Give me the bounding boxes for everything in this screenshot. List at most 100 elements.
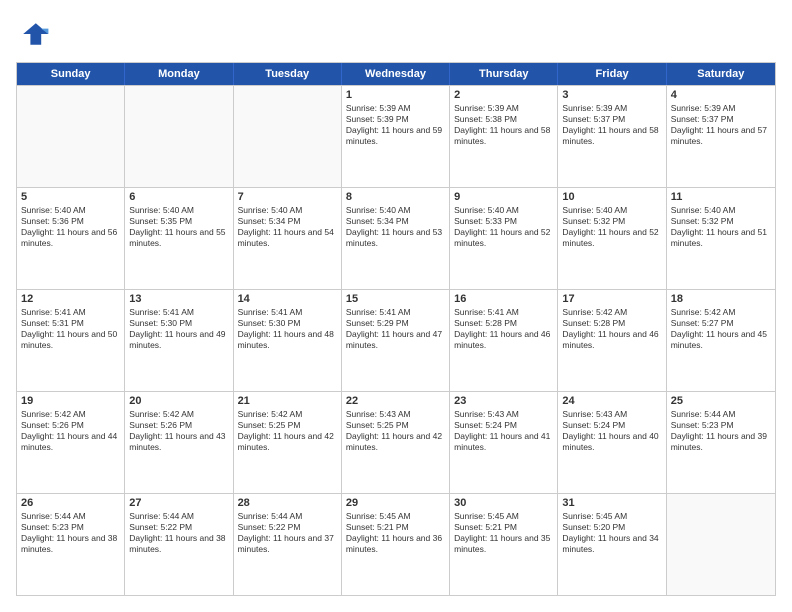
cell-info: Sunrise: 5:44 AM Sunset: 5:22 PM Dayligh… [129, 511, 228, 555]
weekday-header: Monday [125, 63, 233, 85]
cell-info: Sunrise: 5:42 AM Sunset: 5:27 PM Dayligh… [671, 307, 771, 351]
cell-info: Sunrise: 5:40 AM Sunset: 5:34 PM Dayligh… [346, 205, 445, 249]
calendar-cell: 28 Sunrise: 5:44 AM Sunset: 5:22 PM Dayli… [234, 494, 342, 595]
day-number: 26 [21, 497, 120, 509]
day-number: 11 [671, 191, 771, 203]
day-number: 5 [21, 191, 120, 203]
calendar: SundayMondayTuesdayWednesdayThursdayFrid… [16, 62, 776, 596]
calendar-cell: 17 Sunrise: 5:42 AM Sunset: 5:28 PM Dayli… [558, 290, 666, 391]
cell-info: Sunrise: 5:41 AM Sunset: 5:30 PM Dayligh… [238, 307, 337, 351]
cell-info: Sunrise: 5:44 AM Sunset: 5:22 PM Dayligh… [238, 511, 337, 555]
logo [16, 16, 56, 52]
calendar-cell: 29 Sunrise: 5:45 AM Sunset: 5:21 PM Dayli… [342, 494, 450, 595]
calendar-cell: 13 Sunrise: 5:41 AM Sunset: 5:30 PM Dayli… [125, 290, 233, 391]
calendar-row: 19 Sunrise: 5:42 AM Sunset: 5:26 PM Dayli… [17, 391, 775, 493]
day-number: 13 [129, 293, 228, 305]
day-number: 17 [562, 293, 661, 305]
weekday-header: Friday [558, 63, 666, 85]
day-number: 8 [346, 191, 445, 203]
cell-info: Sunrise: 5:40 AM Sunset: 5:35 PM Dayligh… [129, 205, 228, 249]
cell-info: Sunrise: 5:43 AM Sunset: 5:24 PM Dayligh… [454, 409, 553, 453]
day-number: 27 [129, 497, 228, 509]
calendar-row: 5 Sunrise: 5:40 AM Sunset: 5:36 PM Daylig… [17, 187, 775, 289]
calendar-row: 12 Sunrise: 5:41 AM Sunset: 5:31 PM Dayli… [17, 289, 775, 391]
calendar-cell: 15 Sunrise: 5:41 AM Sunset: 5:29 PM Dayli… [342, 290, 450, 391]
calendar-cell: 6 Sunrise: 5:40 AM Sunset: 5:35 PM Daylig… [125, 188, 233, 289]
cell-info: Sunrise: 5:41 AM Sunset: 5:30 PM Dayligh… [129, 307, 228, 351]
calendar-cell: 14 Sunrise: 5:41 AM Sunset: 5:30 PM Dayli… [234, 290, 342, 391]
day-number: 12 [21, 293, 120, 305]
day-number: 14 [238, 293, 337, 305]
cell-info: Sunrise: 5:39 AM Sunset: 5:38 PM Dayligh… [454, 103, 553, 147]
day-number: 29 [346, 497, 445, 509]
day-number: 24 [562, 395, 661, 407]
cell-info: Sunrise: 5:40 AM Sunset: 5:34 PM Dayligh… [238, 205, 337, 249]
calendar-cell: 8 Sunrise: 5:40 AM Sunset: 5:34 PM Daylig… [342, 188, 450, 289]
calendar-cell: 22 Sunrise: 5:43 AM Sunset: 5:25 PM Dayli… [342, 392, 450, 493]
calendar-cell: 11Sunrise: 5:40 AM Sunset: 5:32 PM Dayli… [667, 188, 775, 289]
calendar-cell: 21 Sunrise: 5:42 AM Sunset: 5:25 PM Dayli… [234, 392, 342, 493]
day-number: 3 [562, 89, 661, 101]
day-number: 1 [346, 89, 445, 101]
cell-info: Sunrise: 5:42 AM Sunset: 5:28 PM Dayligh… [562, 307, 661, 351]
cell-info: Sunrise: 5:42 AM Sunset: 5:25 PM Dayligh… [238, 409, 337, 453]
calendar-cell: 27 Sunrise: 5:44 AM Sunset: 5:22 PM Dayli… [125, 494, 233, 595]
day-number: 30 [454, 497, 553, 509]
calendar-cell: 26 Sunrise: 5:44 AM Sunset: 5:23 PM Dayli… [17, 494, 125, 595]
cell-info: Sunrise: 5:39 AM Sunset: 5:37 PM Dayligh… [562, 103, 661, 147]
day-number: 22 [346, 395, 445, 407]
cell-info: Sunrise: 5:40 AM Sunset: 5:33 PM Dayligh… [454, 205, 553, 249]
calendar-cell: 16Sunrise: 5:41 AM Sunset: 5:28 PM Dayli… [450, 290, 558, 391]
calendar-cell [667, 494, 775, 595]
calendar-cell: 3 Sunrise: 5:39 AM Sunset: 5:37 PM Daylig… [558, 86, 666, 187]
calendar-row: 26 Sunrise: 5:44 AM Sunset: 5:23 PM Dayli… [17, 493, 775, 595]
day-number: 20 [129, 395, 228, 407]
weekday-header: Thursday [450, 63, 558, 85]
day-number: 23 [454, 395, 553, 407]
calendar-cell: 7Sunrise: 5:40 AM Sunset: 5:34 PM Daylig… [234, 188, 342, 289]
cell-info: Sunrise: 5:39 AM Sunset: 5:37 PM Dayligh… [671, 103, 771, 147]
day-number: 2 [454, 89, 553, 101]
calendar-cell [17, 86, 125, 187]
calendar-cell: 23 Sunrise: 5:43 AM Sunset: 5:24 PM Dayli… [450, 392, 558, 493]
cell-info: Sunrise: 5:42 AM Sunset: 5:26 PM Dayligh… [21, 409, 120, 453]
cell-info: Sunrise: 5:45 AM Sunset: 5:21 PM Dayligh… [346, 511, 445, 555]
day-number: 28 [238, 497, 337, 509]
day-number: 4 [671, 89, 771, 101]
calendar-cell: 20Sunrise: 5:42 AM Sunset: 5:26 PM Dayli… [125, 392, 233, 493]
day-number: 21 [238, 395, 337, 407]
logo-icon [16, 16, 52, 52]
weekday-header: Wednesday [342, 63, 450, 85]
cell-info: Sunrise: 5:40 AM Sunset: 5:32 PM Dayligh… [562, 205, 661, 249]
calendar-cell [125, 86, 233, 187]
cell-info: Sunrise: 5:44 AM Sunset: 5:23 PM Dayligh… [671, 409, 771, 453]
cell-info: Sunrise: 5:41 AM Sunset: 5:31 PM Dayligh… [21, 307, 120, 351]
calendar-header-row: SundayMondayTuesdayWednesdayThursdayFrid… [17, 63, 775, 85]
day-number: 6 [129, 191, 228, 203]
calendar-cell: 12 Sunrise: 5:41 AM Sunset: 5:31 PM Dayli… [17, 290, 125, 391]
calendar-cell: 9 Sunrise: 5:40 AM Sunset: 5:33 PM Daylig… [450, 188, 558, 289]
calendar-cell: 5 Sunrise: 5:40 AM Sunset: 5:36 PM Daylig… [17, 188, 125, 289]
calendar-cell: 1 Sunrise: 5:39 AM Sunset: 5:39 PM Daylig… [342, 86, 450, 187]
calendar-body: 1 Sunrise: 5:39 AM Sunset: 5:39 PM Daylig… [17, 85, 775, 595]
cell-info: Sunrise: 5:41 AM Sunset: 5:28 PM Dayligh… [454, 307, 553, 351]
day-number: 18 [671, 293, 771, 305]
weekday-header: Sunday [17, 63, 125, 85]
calendar-cell: 10 Sunrise: 5:40 AM Sunset: 5:32 PM Dayli… [558, 188, 666, 289]
calendar-cell: 18 Sunrise: 5:42 AM Sunset: 5:27 PM Dayli… [667, 290, 775, 391]
header [16, 16, 776, 52]
calendar-row: 1 Sunrise: 5:39 AM Sunset: 5:39 PM Daylig… [17, 85, 775, 187]
day-number: 31 [562, 497, 661, 509]
cell-info: Sunrise: 5:45 AM Sunset: 5:20 PM Dayligh… [562, 511, 661, 555]
cell-info: Sunrise: 5:39 AM Sunset: 5:39 PM Dayligh… [346, 103, 445, 147]
cell-info: Sunrise: 5:40 AM Sunset: 5:36 PM Dayligh… [21, 205, 120, 249]
cell-info: Sunrise: 5:41 AM Sunset: 5:29 PM Dayligh… [346, 307, 445, 351]
day-number: 9 [454, 191, 553, 203]
cell-info: Sunrise: 5:44 AM Sunset: 5:23 PM Dayligh… [21, 511, 120, 555]
cell-info: Sunrise: 5:43 AM Sunset: 5:25 PM Dayligh… [346, 409, 445, 453]
day-number: 19 [21, 395, 120, 407]
day-number: 15 [346, 293, 445, 305]
calendar-cell: 4 Sunrise: 5:39 AM Sunset: 5:37 PM Daylig… [667, 86, 775, 187]
cell-info: Sunrise: 5:45 AM Sunset: 5:21 PM Dayligh… [454, 511, 553, 555]
day-number: 10 [562, 191, 661, 203]
